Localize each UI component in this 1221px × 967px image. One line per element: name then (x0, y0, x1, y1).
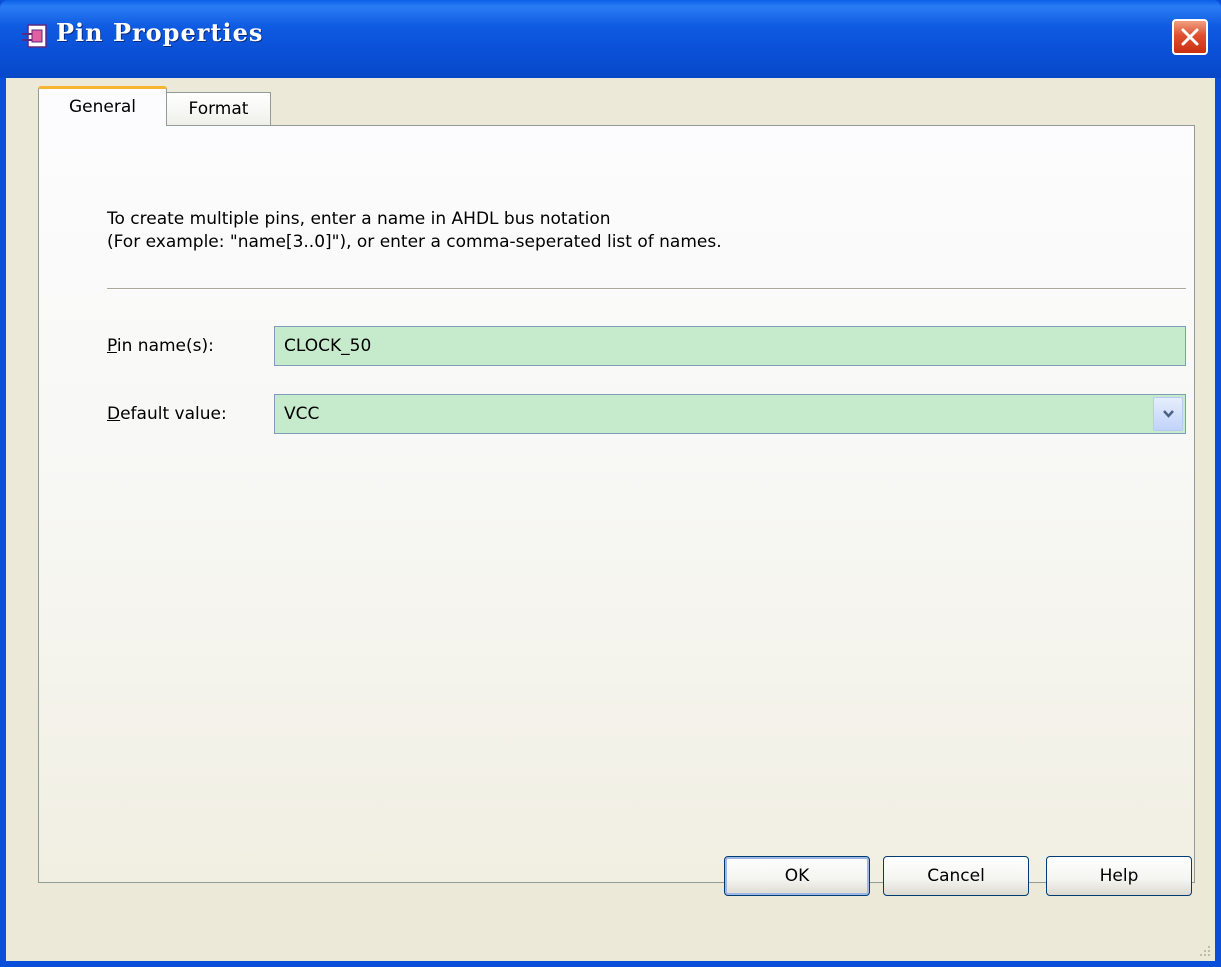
pin-name-input[interactable]: CLOCK_50 (274, 326, 1186, 366)
help-button[interactable]: Help (1046, 856, 1192, 896)
tab-general[interactable]: General (38, 86, 167, 126)
dropdown-button[interactable] (1153, 397, 1183, 431)
default-value-selected: VCC (284, 404, 320, 424)
title-bar[interactable]: Pin Properties (0, 0, 1221, 78)
default-value-label: Default value: (107, 404, 227, 424)
dialog-body: General Format To create multiple pins, … (6, 78, 1215, 961)
default-value-label-text: efault value: (120, 404, 227, 424)
general-tab-panel: To create multiple pins, enter a name in… (38, 125, 1195, 883)
pin-properties-dialog: Pin Properties General Format To create … (0, 0, 1221, 967)
pin-name-label-text: in name(s): (116, 336, 214, 356)
tab-format[interactable]: Format (166, 92, 271, 125)
default-value-select[interactable]: VCC (274, 394, 1186, 434)
separator (107, 288, 1186, 290)
pin-name-label: Pin name(s): (107, 336, 214, 356)
instruction-text: To create multiple pins, enter a name in… (107, 208, 1107, 254)
ok-button[interactable]: OK (724, 856, 870, 896)
close-button[interactable] (1172, 19, 1208, 55)
instruction-line-2: (For example: "name[3..0]"), or enter a … (107, 232, 722, 252)
resize-grip-icon[interactable] (1196, 942, 1212, 958)
pin-app-icon (22, 22, 50, 50)
pin-name-label-mnemonic: P (107, 336, 117, 356)
cancel-button[interactable]: Cancel (883, 856, 1029, 896)
instruction-line-1: To create multiple pins, enter a name in… (107, 209, 611, 229)
default-value-label-mnemonic: D (107, 404, 121, 424)
window-title: Pin Properties (56, 18, 264, 47)
